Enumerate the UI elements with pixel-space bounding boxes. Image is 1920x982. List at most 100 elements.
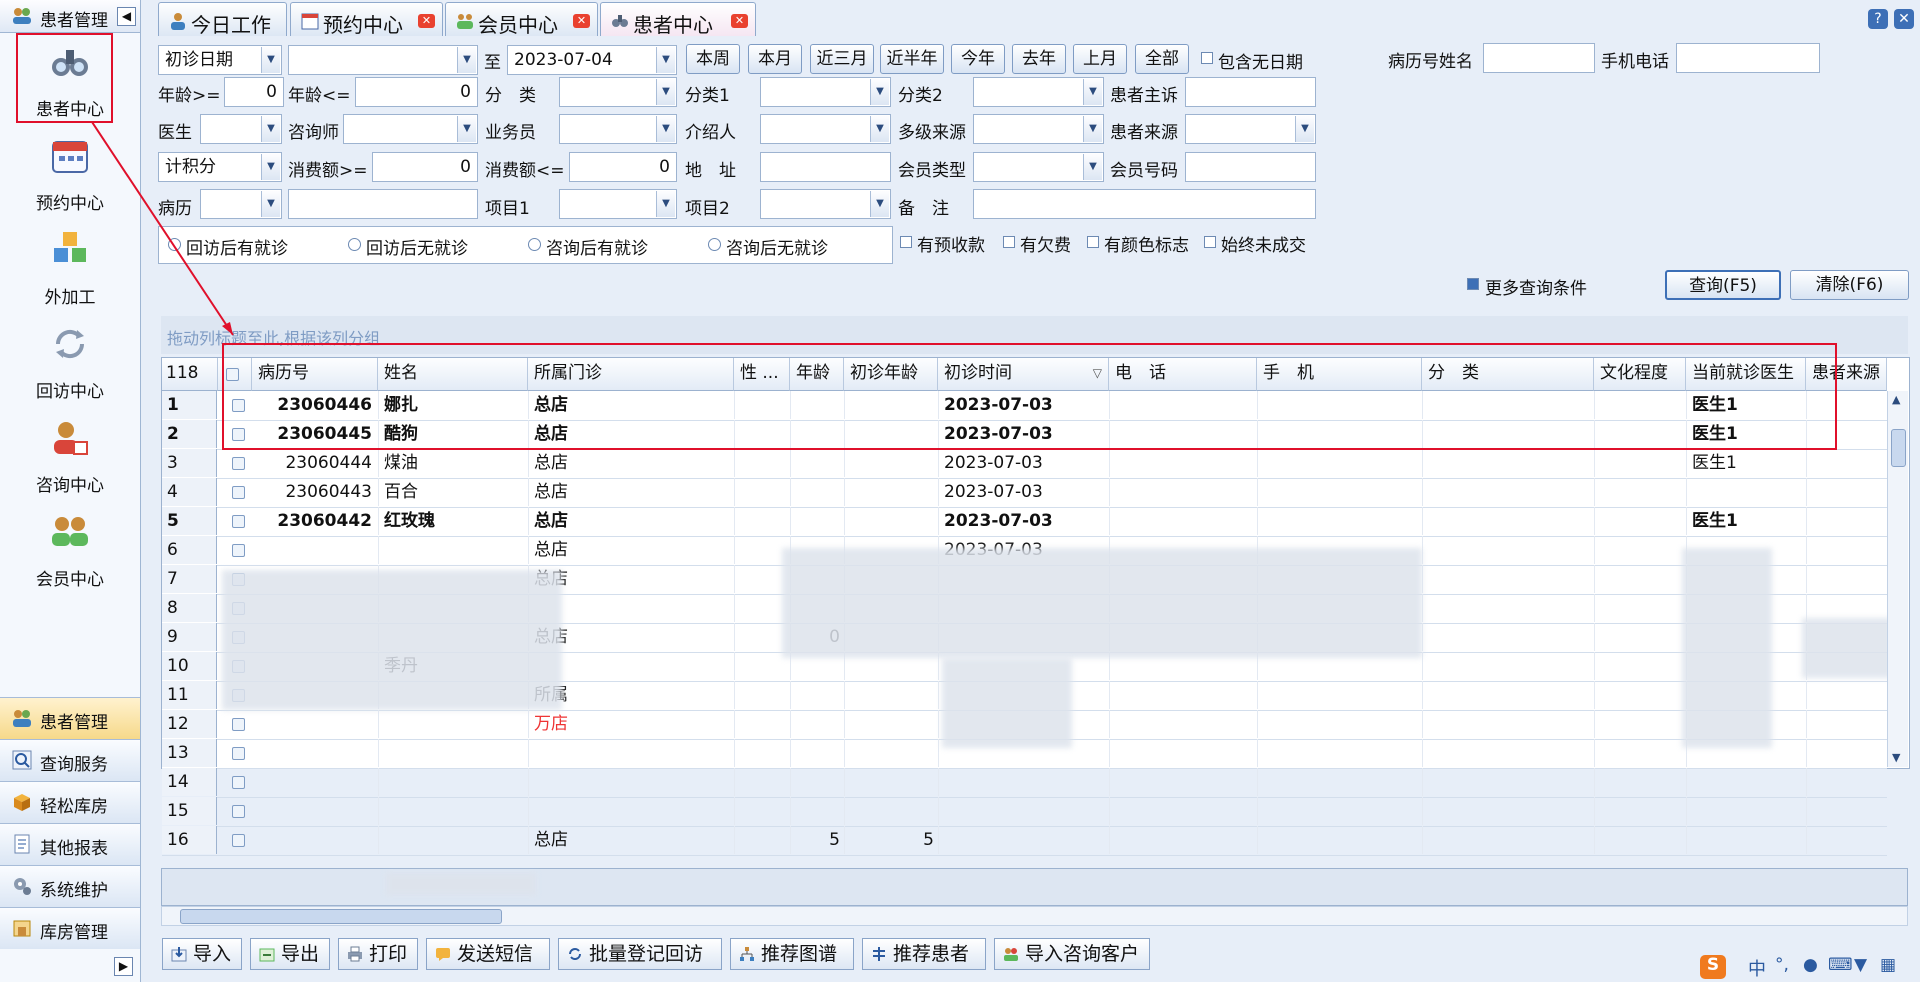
skin-icon[interactable]: ▼ <box>1854 955 1867 975</box>
col-patient-source[interactable]: 患者来源 <box>1806 358 1887 391</box>
date-from-field[interactable]: ▼ <box>288 45 478 75</box>
header-select-all[interactable] <box>218 358 252 391</box>
table-row[interactable]: 3 23060444 煤油 总店 2023-07-03 医生1 <box>162 449 1887 479</box>
tab-today-work[interactable]: 今日工作 <box>158 2 287 37</box>
referral-chart-button[interactable]: 推荐图谱 <box>730 938 854 970</box>
col-name[interactable]: 姓名 <box>378 358 528 391</box>
col-mobile[interactable]: 手 机 <box>1257 358 1422 391</box>
collapse-sidebar-button[interactable]: ◀ <box>117 7 136 26</box>
col-age[interactable]: 年龄 <box>790 358 844 391</box>
nav-consult-center[interactable]: 咨询中心 <box>0 410 140 502</box>
spend-min-input[interactable]: 0 <box>372 152 478 182</box>
btn-last-month[interactable]: 上月 <box>1073 44 1127 74</box>
row-checkbox[interactable] <box>232 747 245 760</box>
col-phone[interactable]: 电 话 <box>1109 358 1257 391</box>
import-consult-customers-button[interactable]: 导入咨询客户 <box>994 938 1150 970</box>
record-name-input[interactable] <box>1483 43 1595 73</box>
prepaid-checkbox[interactable] <box>900 236 912 248</box>
nav-external-processing[interactable]: 外加工 <box>0 222 140 314</box>
table-row[interactable]: 5 23060442 红玫瑰 总店 2023-07-03 医生1 <box>162 507 1887 537</box>
arrears-checkbox[interactable] <box>1003 236 1015 248</box>
patient-source-select[interactable]: ▼ <box>1185 114 1316 144</box>
include-no-date-checkbox[interactable] <box>1201 52 1213 64</box>
address-input[interactable] <box>760 152 891 182</box>
btn-this-year[interactable]: 今年 <box>951 44 1005 74</box>
col-first-visit-date[interactable]: 初诊时间 ▽ <box>938 358 1109 391</box>
row-checkbox[interactable] <box>232 486 245 499</box>
btn-last-three-months[interactable]: 近三月 <box>810 44 874 74</box>
row-checkbox[interactable] <box>232 718 245 731</box>
group-patient-management[interactable]: 患者管理 <box>0 697 140 739</box>
age-min-input[interactable]: 0 <box>224 77 284 107</box>
toolbox-icon[interactable]: ▦ <box>1880 955 1896 975</box>
btn-all[interactable]: 全部 <box>1135 44 1189 74</box>
spend-max-input[interactable]: 0 <box>569 152 677 182</box>
ime-mode-icon[interactable]: 中 <box>1748 955 1766 981</box>
close-window-icon[interactable]: ✕ <box>1894 9 1914 29</box>
mobile-input[interactable] <box>1676 43 1820 73</box>
radio-followup-visit[interactable] <box>168 238 181 251</box>
more-conditions-checkbox[interactable] <box>1467 278 1479 290</box>
group-query-service[interactable]: 查询服务 <box>0 739 140 781</box>
scroll-thumb[interactable] <box>1891 429 1906 467</box>
expand-groups-button[interactable]: ▶ <box>114 957 133 976</box>
row-checkbox[interactable] <box>232 428 245 441</box>
keyboard-icon[interactable]: ⌨ <box>1828 955 1853 975</box>
tab-patient-center[interactable]: 患者中心 ✕ <box>600 2 756 37</box>
never-deal-checkbox[interactable] <box>1204 236 1216 248</box>
horizontal-scrollbar[interactable] <box>161 906 1908 926</box>
table-row[interactable]: 4 23060443 百合 总店 2023-07-03 <box>162 478 1887 508</box>
group-easy-warehouse[interactable]: 轻松库房 <box>0 781 140 823</box>
radio-consult-visit[interactable] <box>528 238 541 251</box>
punctuation-icon[interactable]: °, <box>1775 955 1789 975</box>
complaint-input[interactable] <box>1185 77 1316 107</box>
radio-followup-no-visit[interactable] <box>348 238 361 251</box>
radio-consult-no-visit[interactable] <box>708 238 721 251</box>
category2-select[interactable]: ▼ <box>973 77 1104 107</box>
close-tab-icon[interactable]: ✕ <box>731 14 748 28</box>
btn-last-half-year[interactable]: 近半年 <box>880 44 944 74</box>
scroll-up-icon[interactable]: ▲ <box>1892 393 1900 406</box>
group-by-panel[interactable]: 拖动列标题至此,根据该列分组 <box>161 316 1908 354</box>
row-checkbox[interactable] <box>232 457 245 470</box>
remark-input[interactable] <box>973 189 1316 219</box>
table-row[interactable]: 2 23060445 酷狗 总店 2023-07-03 医生1 <box>162 420 1887 450</box>
import-button[interactable]: 导入 <box>162 938 242 970</box>
query-button[interactable]: 查询(F5) <box>1665 270 1781 300</box>
nav-followup-center[interactable]: 回访中心 <box>0 316 140 408</box>
select-all-checkbox[interactable] <box>226 368 239 381</box>
doctor-select[interactable]: ▼ <box>200 114 282 144</box>
col-record-no[interactable]: 病历号 <box>252 358 378 391</box>
color-flag-checkbox[interactable] <box>1087 236 1099 248</box>
referral-patient-button[interactable]: 推荐患者 <box>862 938 986 970</box>
category-select[interactable]: ▼ <box>559 77 677 107</box>
group-system-maintenance[interactable]: 系统维护 <box>0 865 140 907</box>
nav-member-center[interactable]: 会员中心 <box>0 504 140 596</box>
col-current-doctor[interactable]: 当前就诊医生 <box>1686 358 1806 391</box>
vertical-scrollbar[interactable]: ▲ ▼ <box>1887 391 1908 767</box>
date-to-field[interactable]: 2023-07-04 ▼ <box>507 45 677 75</box>
table-row[interactable]: 16 总店 5 5 <box>162 826 1887 856</box>
row-checkbox[interactable] <box>232 834 245 847</box>
clear-button[interactable]: 清除(F6) <box>1790 270 1909 300</box>
print-button[interactable]: 打印 <box>338 938 418 970</box>
sogou-ime-icon[interactable]: S <box>1700 955 1726 979</box>
tab-member-center[interactable]: 会员中心 ✕ <box>445 2 598 37</box>
col-clinic[interactable]: 所属门诊 <box>528 358 734 391</box>
referrer-select[interactable]: ▼ <box>760 114 891 144</box>
row-checkbox[interactable] <box>232 399 245 412</box>
send-sms-button[interactable]: 发送短信 <box>426 938 550 970</box>
date-type-select[interactable]: 初诊日期 ▼ <box>158 45 282 75</box>
batch-followup-button[interactable]: 批量登记回访 <box>558 938 722 970</box>
row-checkbox[interactable] <box>232 544 245 557</box>
close-tab-icon[interactable]: ✕ <box>418 14 435 28</box>
record-type-select[interactable]: ▼ <box>200 189 282 219</box>
member-type-select[interactable]: ▼ <box>973 152 1104 182</box>
points-type-select[interactable]: 计积分 ▼ <box>158 152 282 182</box>
row-checkbox[interactable] <box>232 515 245 528</box>
microphone-icon[interactable]: ● <box>1803 955 1818 975</box>
row-checkbox[interactable] <box>232 776 245 789</box>
tab-appointment-center[interactable]: 预约中心 ✕ <box>290 2 443 37</box>
btn-this-week[interactable]: 本周 <box>686 44 740 74</box>
help-icon[interactable]: ? <box>1868 9 1888 29</box>
